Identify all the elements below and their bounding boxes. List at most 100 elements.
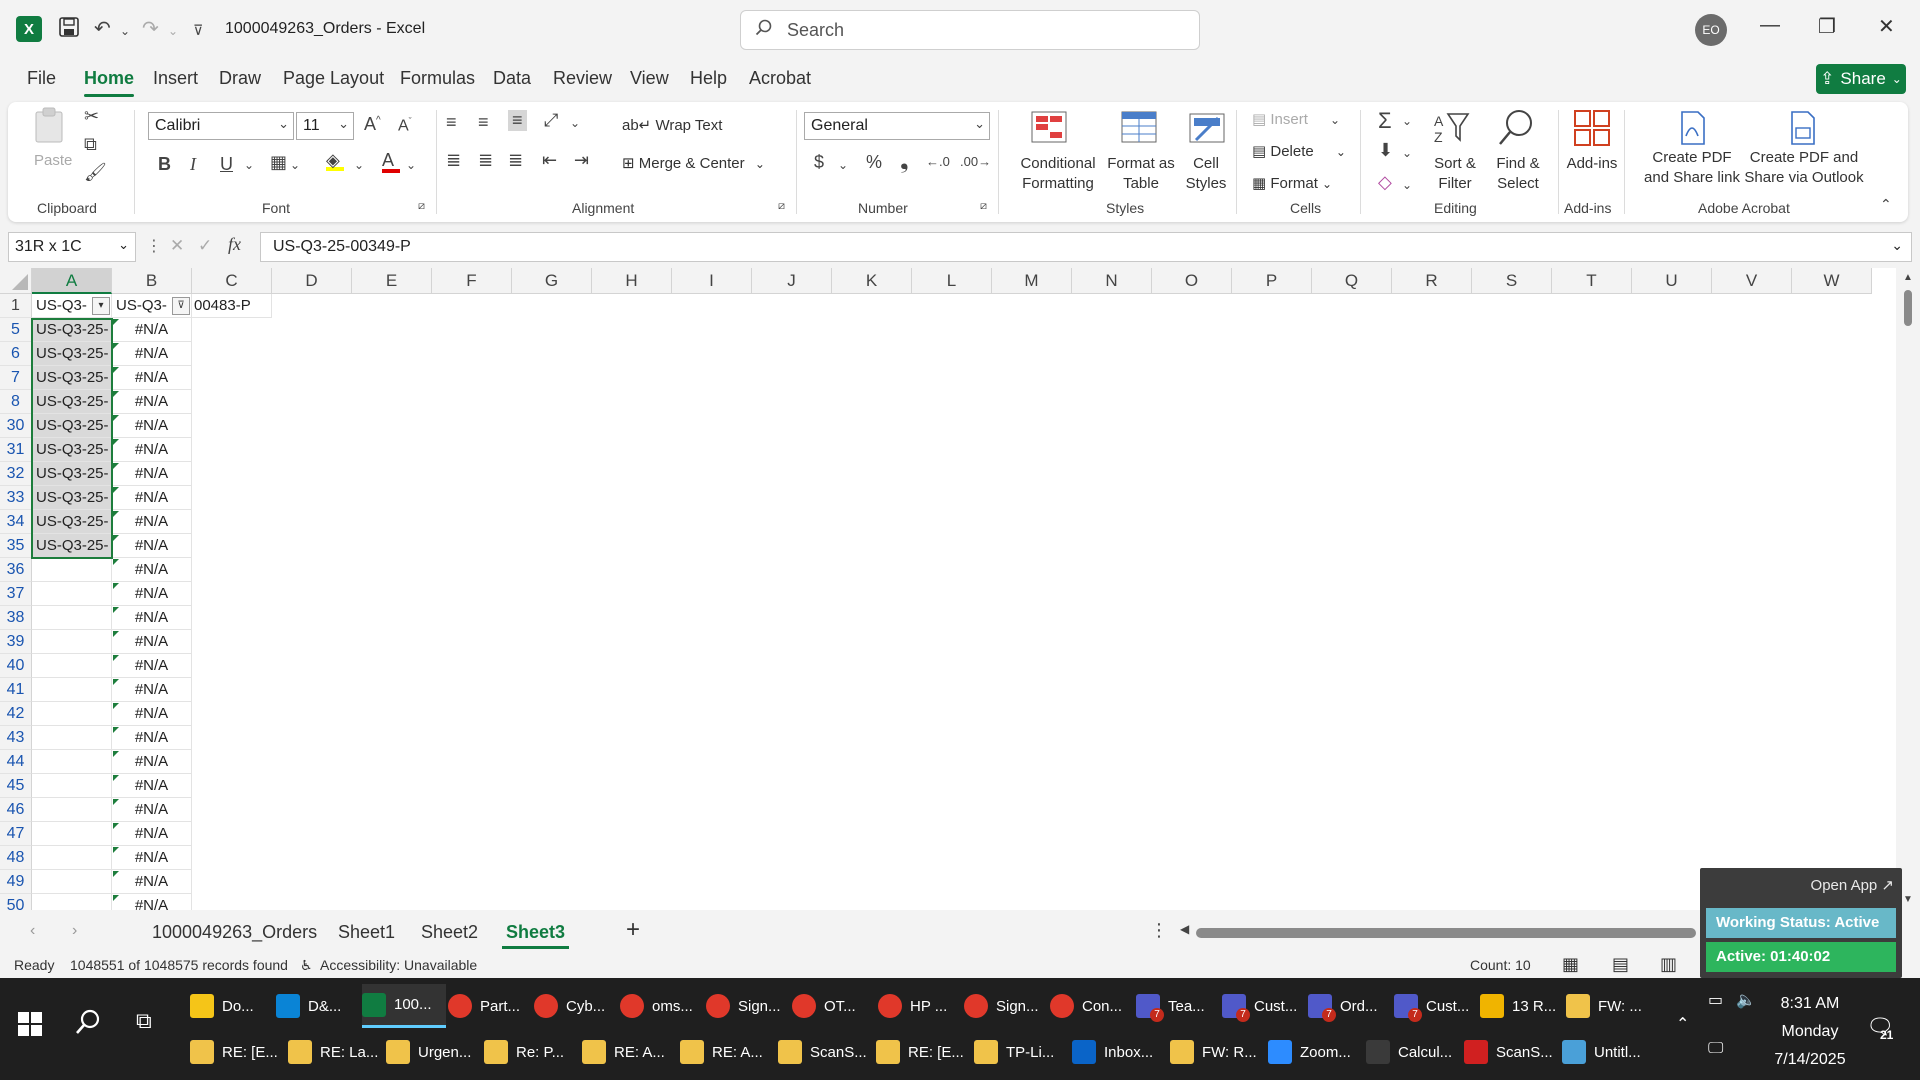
taskbar-app-button[interactable]: 7 Cust... [1222,984,1306,1028]
tab-file[interactable]: File [27,68,56,89]
column-header-l[interactable]: L [912,268,992,294]
table-cell[interactable]: #N/A [112,414,192,438]
font-size-select[interactable]: 11 ⌄ [296,112,354,140]
error-indicator-icon[interactable] [113,343,119,349]
column-header-k[interactable]: K [832,268,912,294]
error-indicator-icon[interactable] [113,415,119,421]
taskbar-clock[interactable]: 8:31 AM Monday 7/14/2025 [1760,990,1860,1074]
table-cell[interactable] [32,678,112,702]
row-header[interactable]: 50 [0,894,32,910]
taskbar-app-button[interactable]: RE: [E... [190,1030,286,1074]
bold-icon[interactable]: B [158,154,171,175]
tab-review[interactable]: Review [553,68,612,89]
row-header[interactable]: 8 [0,390,32,414]
error-indicator-icon[interactable] [113,319,119,325]
align-bottom-icon[interactable]: ≡ [508,110,527,131]
table-cell[interactable]: #N/A [112,486,192,510]
table-cell[interactable]: #N/A [112,726,192,750]
prev-sheet-icon[interactable]: ‹ [30,922,35,940]
error-indicator-icon[interactable] [113,391,119,397]
taskbar-app-button[interactable]: ScanS... [1464,1030,1560,1074]
taskbar-app-button[interactable]: Zoom... [1268,1030,1364,1074]
taskbar-app-button[interactable]: RE: La... [288,1030,384,1074]
add-sheet-icon[interactable]: + [626,916,640,944]
taskbar-app-button[interactable]: Con... [1050,984,1134,1028]
underline-dropdown-icon[interactable]: ⌄ [244,158,254,172]
column-header-f[interactable]: F [432,268,512,294]
row-header[interactable]: 35 [0,534,32,558]
error-indicator-icon[interactable] [113,895,119,901]
taskbar-app-button[interactable]: ScanS... [778,1030,874,1074]
table-cell[interactable]: #N/A [112,582,192,606]
table-cell[interactable]: #N/A [112,462,192,486]
page-layout-view-icon[interactable]: ▤ [1612,954,1629,975]
row-header[interactable]: 1 [0,294,32,318]
table-cell[interactable]: #N/A [112,798,192,822]
error-indicator-icon[interactable] [113,847,119,853]
error-indicator-icon[interactable] [113,751,119,757]
table-cell[interactable]: #N/A [112,654,192,678]
alignment-dialog-launcher-icon[interactable]: ⧄ [778,200,785,213]
row-header[interactable]: 43 [0,726,32,750]
show-hidden-icons-icon[interactable]: ⌃ [1676,1014,1689,1034]
taskbar-app-button[interactable]: 100... [362,984,446,1028]
table-cell[interactable]: #N/A [112,510,192,534]
table-cell[interactable]: #N/A [112,774,192,798]
taskbar-app-button[interactable]: Sign... [964,984,1048,1028]
table-cell[interactable]: #N/A [112,438,192,462]
scroll-down-icon[interactable]: ▼ [1903,894,1913,905]
tabs-more-icon[interactable]: ⋮ [1150,920,1168,941]
error-indicator-icon[interactable] [113,727,119,733]
column-header-w[interactable]: W [1792,268,1872,294]
taskbar-app-button[interactable]: Inbox... [1072,1030,1168,1074]
tab-view[interactable]: View [630,68,669,89]
select-all-corner[interactable] [0,268,32,294]
vertical-scroll-thumb[interactable] [1904,290,1912,326]
normal-view-icon[interactable]: ▦ [1562,954,1579,975]
row-header[interactable]: 37 [0,582,32,606]
table-cell[interactable]: #N/A [112,702,192,726]
cancel-icon[interactable]: ✕ [170,236,184,256]
tab-page-layout[interactable]: Page Layout [283,68,384,89]
taskbar-app-button[interactable]: Cyb... [534,984,618,1028]
table-cell[interactable] [32,798,112,822]
number-format-select[interactable]: General ⌄ [804,112,990,140]
row-header[interactable]: 46 [0,798,32,822]
task-view-icon[interactable]: ⧉ [136,1008,152,1034]
row-header[interactable]: 40 [0,654,32,678]
restore-icon[interactable]: ❐ [1818,14,1836,39]
borders-icon[interactable]: ▦ [270,152,287,173]
column-header-p[interactable]: P [1232,268,1312,294]
taskbar-app-button[interactable]: HP ... [878,984,962,1028]
row-header[interactable]: 31 [0,438,32,462]
row-header[interactable]: 32 [0,462,32,486]
column-header-b[interactable]: B [112,268,192,294]
row-header[interactable]: 30 [0,414,32,438]
table-cell[interactable]: #N/A [112,870,192,894]
table-cell[interactable] [32,630,112,654]
column-header-t[interactable]: T [1552,268,1632,294]
column-header-v[interactable]: V [1712,268,1792,294]
table-cell[interactable] [32,702,112,726]
table-cell[interactable] [32,870,112,894]
increase-decimal-icon[interactable]: ←.0 [926,154,950,169]
align-top-icon[interactable]: ≡ [446,112,457,133]
font-color-dropdown-icon[interactable]: ⌄ [406,158,416,172]
fill-dropdown-icon[interactable]: ⌄ [1402,146,1412,160]
row-header[interactable]: 41 [0,678,32,702]
network-icon[interactable]: 🖵 [1708,1040,1723,1058]
next-sheet-icon[interactable]: › [72,922,77,940]
fill-dropdown-icon[interactable]: ⌄ [354,158,364,172]
error-indicator-icon[interactable] [113,367,119,373]
currency-icon[interactable]: $ [814,152,824,173]
table-cell[interactable] [32,846,112,870]
add-ins-button[interactable]: Add-ins [1560,154,1624,174]
align-center-icon[interactable]: ≣ [478,150,493,171]
taskbar-app-button[interactable]: Part... [448,984,532,1028]
error-indicator-icon[interactable] [113,559,119,565]
error-indicator-icon[interactable] [113,511,119,517]
error-indicator-icon[interactable] [113,655,119,661]
merge-center-button[interactable]: ⊞ Merge & Center ⌄ [622,154,765,172]
delete-cells-button[interactable]: ▤ Delete ⌄ [1252,142,1346,160]
cut-icon[interactable]: ✂ [84,106,99,127]
